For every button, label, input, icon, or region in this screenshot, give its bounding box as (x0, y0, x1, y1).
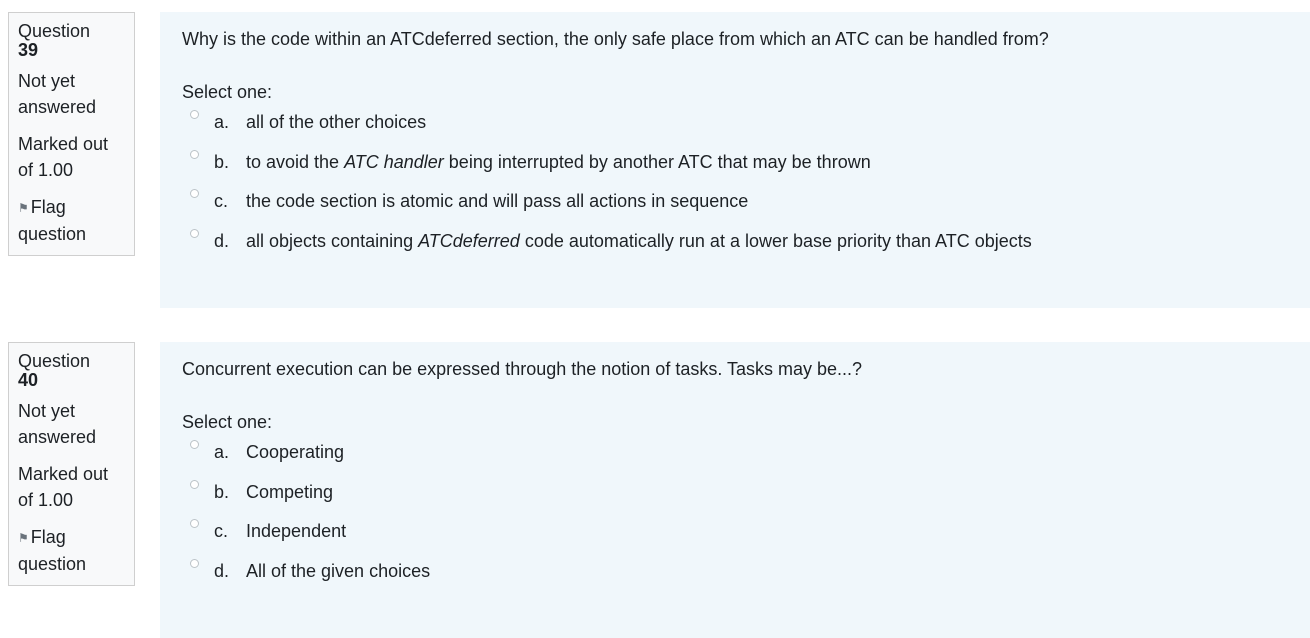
answer-letter: a. (214, 112, 230, 132)
answer-text[interactable]: Independent (246, 521, 346, 541)
radio-button[interactable] (190, 189, 199, 198)
radio-button[interactable] (190, 228, 199, 238)
question-grade: Marked out of 1.00 (18, 464, 109, 510)
answer-text[interactable]: all objects containing ATCdeferred code … (246, 231, 1032, 251)
radio-button[interactable] (190, 558, 199, 568)
answer-text[interactable]: All of the given choices (246, 561, 430, 581)
answer-letter: c. (214, 521, 229, 541)
answer-text[interactable]: Cooperating (246, 442, 344, 462)
flag-question-link[interactable]: ⚑ Flag question (18, 194, 126, 247)
question-label: Question (18, 21, 91, 41)
flag-icon: ⚑ (18, 531, 29, 545)
answer-text[interactable]: Competing (246, 482, 333, 502)
question-content: Why is the code within an ATCdeferred se… (160, 12, 1310, 308)
answer-letter: b. (214, 151, 230, 172)
question-info: Question 39 Not yet answered Marked out … (8, 12, 135, 256)
radio-button[interactable] (190, 440, 199, 449)
radio-button[interactable] (190, 479, 199, 489)
flag-question-link[interactable]: ⚑ Flag question (18, 524, 126, 577)
radio-button[interactable] (190, 110, 199, 119)
question-number: 39 (18, 40, 39, 60)
answer-text[interactable]: the code section is atomic and will pass… (246, 191, 748, 211)
question-text: Concurrent execution can be expressed th… (182, 359, 863, 379)
answer-text[interactable]: all of the other choices (246, 112, 426, 132)
question-label: Question (18, 351, 91, 371)
question-state: Not yet answered (18, 71, 97, 117)
flag-icon: ⚑ (18, 201, 29, 215)
question-text: Why is the code within an ATCdeferred se… (182, 29, 1049, 49)
answer-letter: b. (214, 481, 230, 502)
answer-letter: d. (214, 230, 230, 251)
question-content: Concurrent execution can be expressed th… (160, 342, 1310, 638)
radio-button[interactable] (190, 149, 199, 159)
select-prompt: Select one: (182, 82, 273, 102)
select-prompt: Select one: (182, 412, 273, 432)
question-info: Question 40 Not yet answered Marked out … (8, 342, 135, 586)
radio-button[interactable] (190, 519, 199, 528)
question-state: Not yet answered (18, 401, 97, 447)
answer-letter: c. (214, 191, 229, 211)
question-number: 40 (18, 370, 39, 390)
answer-letter: d. (214, 560, 230, 581)
answer-letter: a. (214, 442, 230, 462)
question-grade: Marked out of 1.00 (18, 134, 109, 180)
answer-text[interactable]: to avoid the ATC handler being interrupt… (246, 152, 871, 172)
